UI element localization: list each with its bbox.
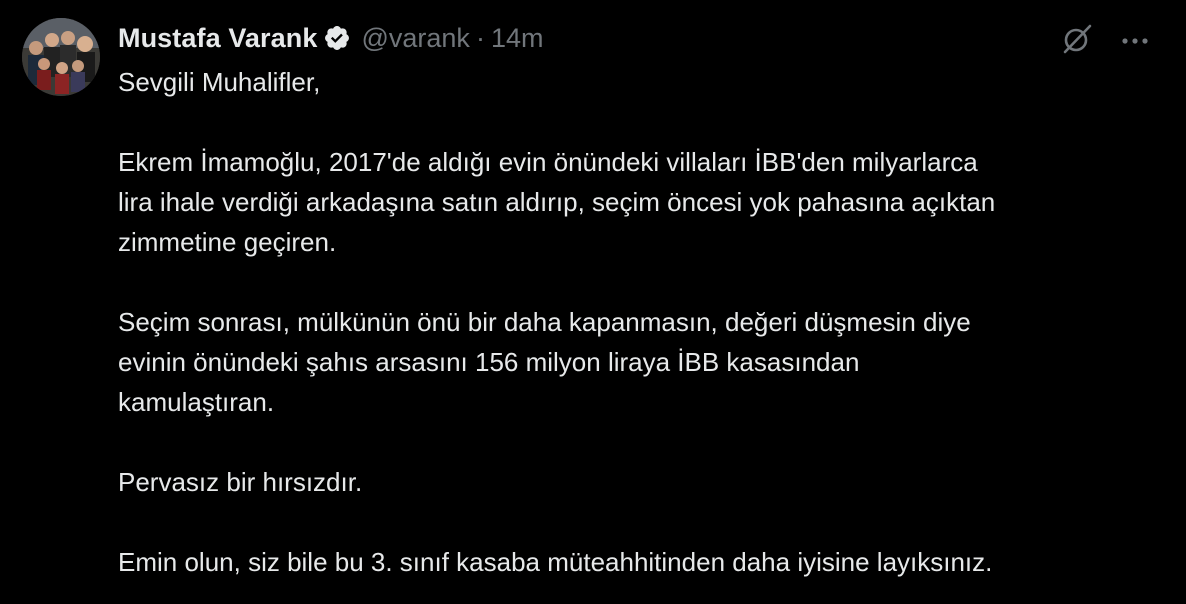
tweet-timestamp[interactable]: 14m — [491, 23, 544, 54]
tweet-actions — [1060, 22, 1150, 61]
tweet-paragraph: Pervasız bir hırsızdır. — [118, 467, 363, 497]
avatar-photo — [22, 18, 100, 96]
tweet-paragraph: Seçim sonrası, mülkünün önü bir daha kap… — [118, 307, 971, 417]
verified-badge-icon[interactable] — [323, 24, 351, 52]
tweet-header: Mustafa Varank @varank · 14m — [118, 20, 543, 56]
more-icon[interactable] — [1120, 33, 1150, 51]
tweet-text: Sevgili Muhalifler, Ekrem İmamoğlu, 2017… — [118, 62, 1168, 582]
tweet-paragraph: Emin olun, siz bile bu 3. sınıf kasaba m… — [118, 547, 993, 577]
tweet-paragraph: Ekrem İmamoğlu, 2017'de aldığı evin önün… — [118, 147, 996, 257]
separator-dot: · — [475, 22, 485, 53]
grok-icon[interactable] — [1060, 22, 1094, 61]
avatar[interactable] — [22, 18, 100, 96]
author-handle[interactable]: @varank — [361, 23, 469, 54]
author-display-name[interactable]: Mustafa Varank — [118, 23, 317, 54]
tweet-paragraph: Sevgili Muhalifler, — [118, 67, 321, 97]
tweet[interactable]: Mustafa Varank @varank · 14m Sevgili Muh… — [0, 0, 1186, 604]
